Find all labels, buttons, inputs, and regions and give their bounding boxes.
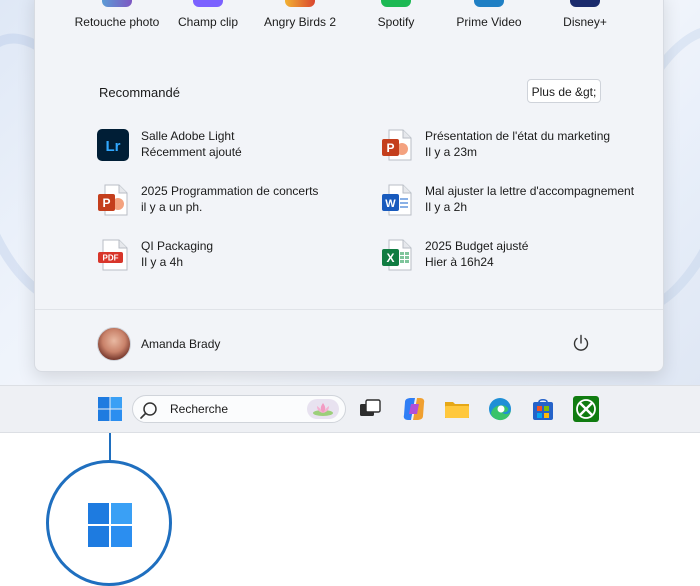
pinned-apps-row: Retouche photo Champ clip Angry Birds 2 … — [35, 0, 665, 31]
svg-text:P: P — [102, 196, 110, 210]
pinned-app-label: Prime Video — [456, 15, 522, 29]
recommended-item[interactable]: P 2025 Programmation de concerts il y a … — [97, 182, 357, 222]
windows-logo-icon — [88, 503, 132, 547]
recommended-item[interactable]: P Présentation de l'état du marketing Il… — [381, 127, 641, 167]
spotify-icon — [381, 0, 411, 7]
pinned-app-label: Angry Birds 2 — [263, 15, 337, 29]
recommended-item-name: Mal ajuster la lettre d'accompagnement — [425, 184, 635, 198]
recommended-item[interactable]: X 2025 Budget ajusté Hier à 16h24 — [381, 237, 641, 277]
avatar — [97, 327, 131, 361]
recommended-item-time: Il y a 2h — [425, 200, 468, 214]
pinned-app-label: Disney+ — [563, 15, 607, 29]
recommended-item-name: 2025 Budget ajusté — [425, 239, 529, 253]
recommended-item-time: Hier à 16h24 — [425, 255, 494, 269]
microsoft-store-icon[interactable] — [528, 394, 558, 424]
recommended-item-time: il y a un ph. — [141, 200, 203, 214]
prime-video-icon — [474, 0, 504, 7]
svg-text:PDF: PDF — [103, 254, 119, 263]
recommended-item[interactable]: Lr Salle Adobe Light Récemment ajouté — [97, 127, 357, 167]
search-icon — [140, 402, 157, 419]
callout-line — [109, 433, 111, 463]
pdf-icon: PDF — [98, 239, 128, 271]
recommended-item-name: QI Packaging — [141, 239, 214, 253]
clipchamp-icon — [193, 0, 223, 7]
svg-text:P: P — [386, 141, 394, 155]
recommended-item-time: Récemment ajouté — [141, 145, 242, 159]
powerpoint-icon: P — [98, 184, 128, 216]
powerpoint-icon: P — [382, 129, 412, 161]
disney-plus-icon — [570, 0, 600, 7]
start-button-callout — [46, 460, 172, 586]
excel-icon: X — [382, 239, 412, 271]
recommended-item[interactable]: PDF QI Packaging Il y a 4h — [97, 237, 357, 277]
power-icon[interactable] — [571, 333, 591, 353]
search-box[interactable]: Recherche — [132, 395, 346, 423]
xbox-icon[interactable] — [571, 394, 601, 424]
photo-edit-icon — [102, 0, 132, 7]
user-name: Amanda Brady — [141, 337, 221, 351]
footer-divider — [35, 309, 663, 310]
search-label: Recherche — [170, 402, 229, 416]
angry-birds-icon — [285, 0, 315, 7]
user-account-button[interactable]: Amanda Brady — [97, 327, 257, 361]
file-explorer-icon[interactable] — [442, 394, 472, 424]
lotus-highlight-icon — [307, 399, 339, 419]
recommended-item-time: Il y a 23m — [425, 145, 478, 159]
copilot-icon[interactable] — [399, 394, 429, 424]
recommended-item-name: Présentation de l'état du marketing — [425, 129, 611, 143]
recommended-item[interactable]: W Mal ajuster la lettre d'accompagnement… — [381, 182, 641, 222]
windows-start-icon[interactable] — [95, 394, 125, 424]
word-icon: W — [382, 184, 412, 216]
svg-text:X: X — [386, 251, 394, 265]
edge-icon[interactable] — [485, 394, 515, 424]
svg-text:Lr: Lr — [106, 138, 121, 155]
recommended-item-time: Il y a 4h — [141, 255, 184, 269]
svg-text:W: W — [385, 198, 396, 210]
recommended-item-name: Salle Adobe Light — [141, 129, 235, 143]
lightroom-icon: Lr — [97, 129, 129, 161]
recommended-item-name: 2025 Programmation de concerts — [141, 184, 319, 198]
more-button[interactable]: Plus de &gt; — [527, 79, 601, 103]
recommended-title: Recommandé — [99, 85, 180, 100]
taskbar: Recherche — [0, 385, 700, 433]
start-menu: Retouche photo Champ clip Angry Birds 2 … — [34, 0, 664, 372]
task-view-icon[interactable] — [355, 394, 385, 424]
